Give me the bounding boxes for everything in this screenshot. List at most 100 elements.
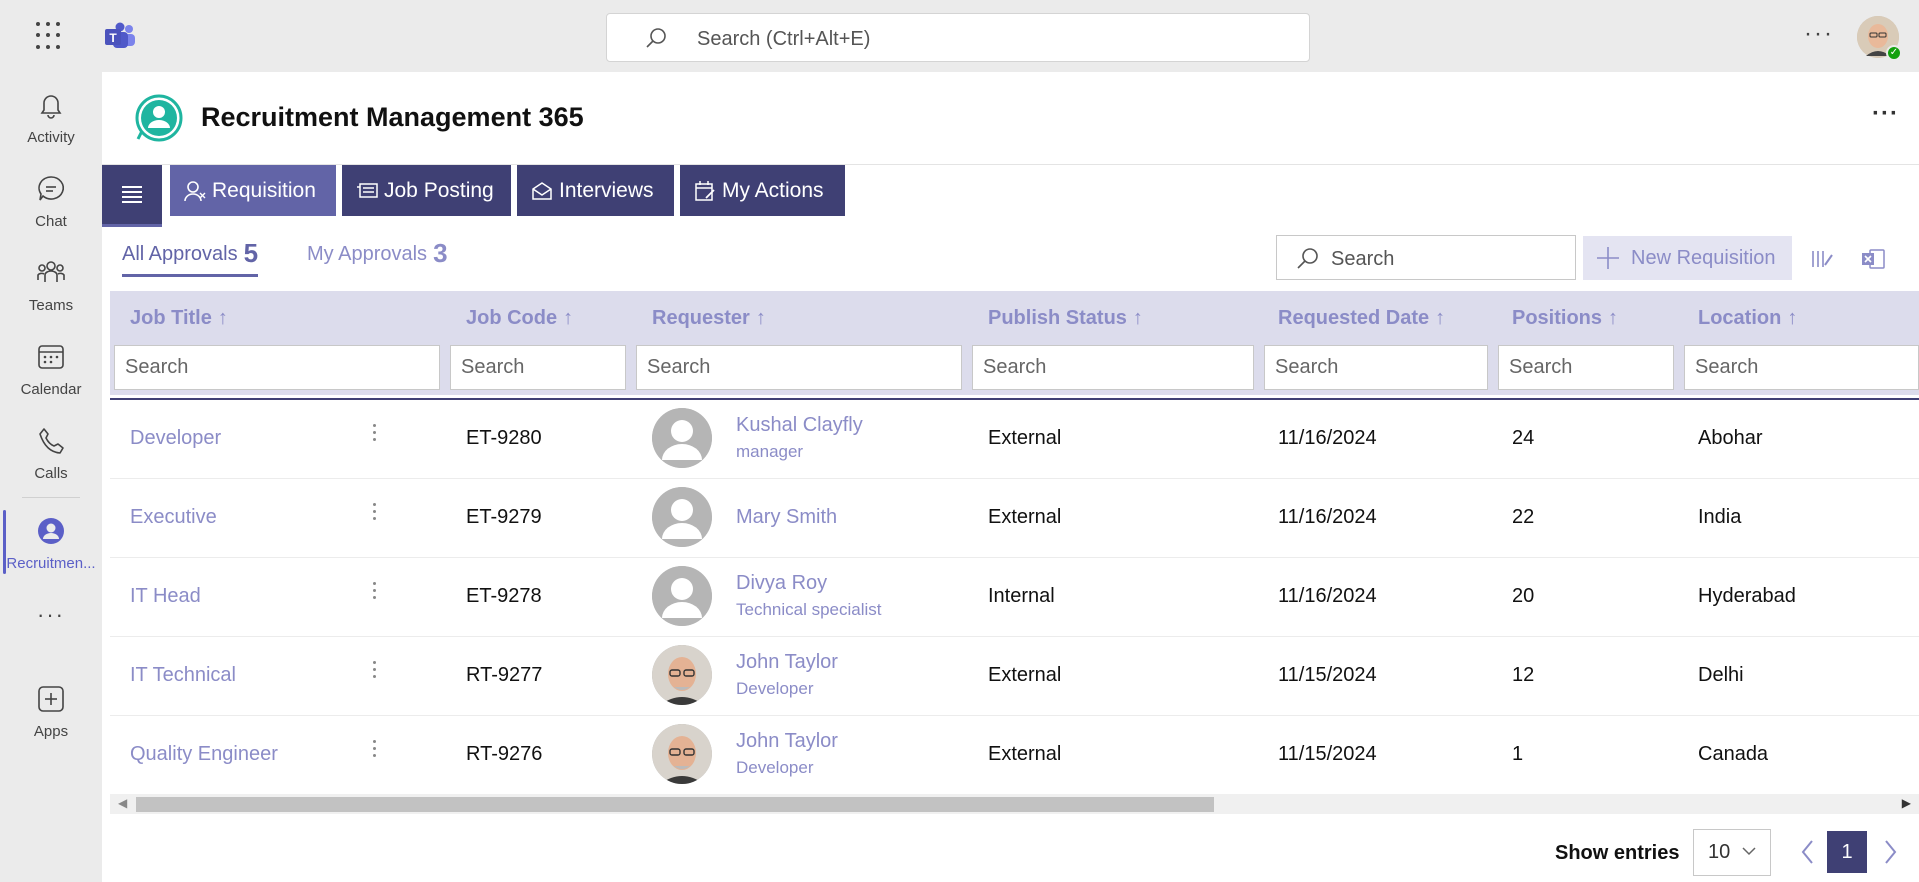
current-page-button[interactable]: 1 [1827, 831, 1867, 873]
online-status-icon: ✓ [1886, 45, 1902, 61]
previous-page-icon[interactable] [1798, 835, 1818, 869]
job-code-cell: RT-9276 [466, 743, 543, 765]
filter-publish-status-input[interactable]: Search [972, 345, 1254, 390]
phone-icon [39, 428, 64, 454]
app-launcher-icon[interactable] [36, 22, 64, 50]
row-actions-icon[interactable] [372, 740, 378, 760]
tab-all-approvals[interactable]: All Approvals 5 [122, 238, 259, 277]
requester-photo-icon [652, 724, 712, 784]
chat-icon [38, 176, 65, 201]
rail-item-label: Calls [34, 465, 68, 482]
global-search-input[interactable]: Search (Ctrl+Alt+E) [606, 13, 1310, 62]
bell-icon [40, 95, 62, 119]
requested-date-cell: 11/16/2024 [1278, 506, 1377, 528]
excel-export-icon[interactable] [1860, 247, 1886, 271]
add-app-icon [38, 686, 64, 712]
requester-photo-icon [652, 645, 712, 705]
requester-name-link[interactable]: Mary Smith [736, 506, 837, 529]
rail-item-label: Calendar [20, 381, 82, 398]
publish-status-cell: Internal [988, 585, 1055, 607]
row-actions-icon[interactable] [372, 582, 378, 602]
requester-name-link[interactable]: Divya Roy [736, 572, 827, 595]
filter-job-title-input[interactable]: Search [114, 345, 440, 390]
rail-item-recruitment[interactable]: Recruitmen... [0, 504, 102, 584]
publish-status-cell: External [988, 506, 1062, 528]
hamburger-menu-button[interactable] [102, 165, 162, 227]
job-title-link[interactable]: IT Technical [130, 664, 236, 687]
all-approvals-label: All Approvals [122, 243, 238, 265]
row-actions-icon[interactable] [372, 424, 378, 444]
column-header-publish-status[interactable]: Publish Status ↑ [988, 307, 1143, 330]
new-requisition-button[interactable]: New Requisition [1583, 236, 1792, 280]
horizontal-scrollbar[interactable]: ◀ ▶ [110, 794, 1919, 814]
teams-logo-icon: T [105, 22, 135, 48]
filter-location-input[interactable]: Search [1684, 345, 1919, 390]
job-title-link[interactable]: Quality Engineer [130, 743, 278, 766]
table-row[interactable]: Quality Engineer RT-9276 John Taylor Develo… [110, 716, 1919, 795]
teams-icon [37, 261, 65, 282]
sort-arrow-icon: ↑ [1435, 307, 1446, 329]
rail-item-calls[interactable]: Calls [0, 414, 102, 494]
app-more-icon[interactable]: ··· [1872, 100, 1899, 128]
rail-item-chat[interactable]: Chat [0, 162, 102, 242]
tab-label: Interviews [559, 178, 654, 202]
requester-name-link[interactable]: John Taylor [736, 730, 838, 753]
location-cell: Delhi [1698, 664, 1744, 686]
rail-more-apps[interactable]: ··· [0, 596, 102, 636]
positions-cell: 24 [1512, 427, 1535, 449]
tab-label: Job Posting [384, 178, 494, 202]
rail-item-calendar[interactable]: Calendar [0, 330, 102, 410]
requested-date-cell: 11/16/2024 [1278, 585, 1377, 607]
scroll-right-icon[interactable]: ▶ [1902, 796, 1911, 810]
tab-interviews[interactable]: Interviews [517, 165, 674, 216]
calendar-icon [38, 345, 64, 369]
filter-requested-date-input[interactable]: Search [1264, 345, 1488, 390]
new-requisition-label: New Requisition [1631, 246, 1776, 269]
column-header-location[interactable]: Location ↑ [1698, 307, 1797, 330]
sort-arrow-icon: ↑ [217, 307, 228, 329]
column-header-job-code[interactable]: Job Code ↑ [466, 307, 573, 330]
job-title-link[interactable]: IT Head [130, 585, 201, 608]
filter-requester-input[interactable]: Search [636, 345, 962, 390]
rail-item-label: Teams [28, 297, 74, 314]
filter-job-code-input[interactable]: Search [450, 345, 626, 390]
rail-item-label: Recruitmen... [6, 555, 96, 572]
column-chooser-icon[interactable] [1810, 247, 1834, 271]
table-search-input[interactable]: Search [1276, 235, 1576, 280]
tab-label: Requisition [212, 178, 316, 202]
rail-item-apps[interactable]: Apps [0, 672, 102, 752]
requester-name-link[interactable]: John Taylor [736, 651, 838, 674]
next-page-icon[interactable] [1880, 835, 1900, 869]
tab-my-approvals[interactable]: My Approvals 3 [307, 238, 448, 269]
plus-icon [1597, 247, 1619, 269]
tab-job-posting[interactable]: Job Posting [342, 165, 511, 216]
table-row[interactable]: IT Technical RT-9277 John Taylor Developer E… [110, 637, 1919, 716]
svg-text:T: T [109, 31, 117, 45]
tab-requisition[interactable]: Requisition [170, 165, 336, 216]
row-actions-icon[interactable] [372, 503, 378, 523]
filter-positions-input[interactable]: Search [1498, 345, 1674, 390]
positions-cell: 1 [1512, 743, 1524, 765]
scrollbar-thumb[interactable] [136, 797, 1214, 812]
tab-my-actions[interactable]: My Actions [680, 165, 845, 216]
more-options-icon[interactable]: ··· [1804, 20, 1834, 48]
job-title-link[interactable]: Executive [130, 506, 217, 529]
table-row[interactable]: Executive ET-9279 Mary Smith External 11/16/… [110, 479, 1919, 558]
envelope-open-icon [532, 181, 552, 200]
column-header-positions[interactable]: Positions ↑ [1512, 307, 1618, 330]
rail-divider [22, 497, 80, 498]
more-apps-icon: ··· [37, 602, 65, 627]
row-actions-icon[interactable] [372, 661, 378, 681]
user-avatar[interactable]: ✓ [1857, 16, 1902, 61]
column-header-requested-date[interactable]: Requested Date ↑ [1278, 307, 1445, 330]
rail-item-activity[interactable]: Activity [0, 78, 102, 158]
table-row[interactable]: Developer ET-9280 Kushal Clayfly manager Ext… [110, 400, 1919, 479]
scroll-left-icon[interactable]: ◀ [118, 796, 127, 810]
column-header-requester[interactable]: Requester ↑ [652, 307, 766, 330]
page-size-select[interactable]: 10 [1693, 829, 1771, 876]
job-title-link[interactable]: Developer [130, 427, 221, 450]
requester-name-link[interactable]: Kushal Clayfly [736, 414, 863, 437]
column-header-job-title[interactable]: Job Title ↑ [130, 307, 228, 330]
table-row[interactable]: IT Head ET-9278 Divya Roy Technical special… [110, 558, 1919, 637]
rail-item-teams[interactable]: Teams [0, 246, 102, 326]
